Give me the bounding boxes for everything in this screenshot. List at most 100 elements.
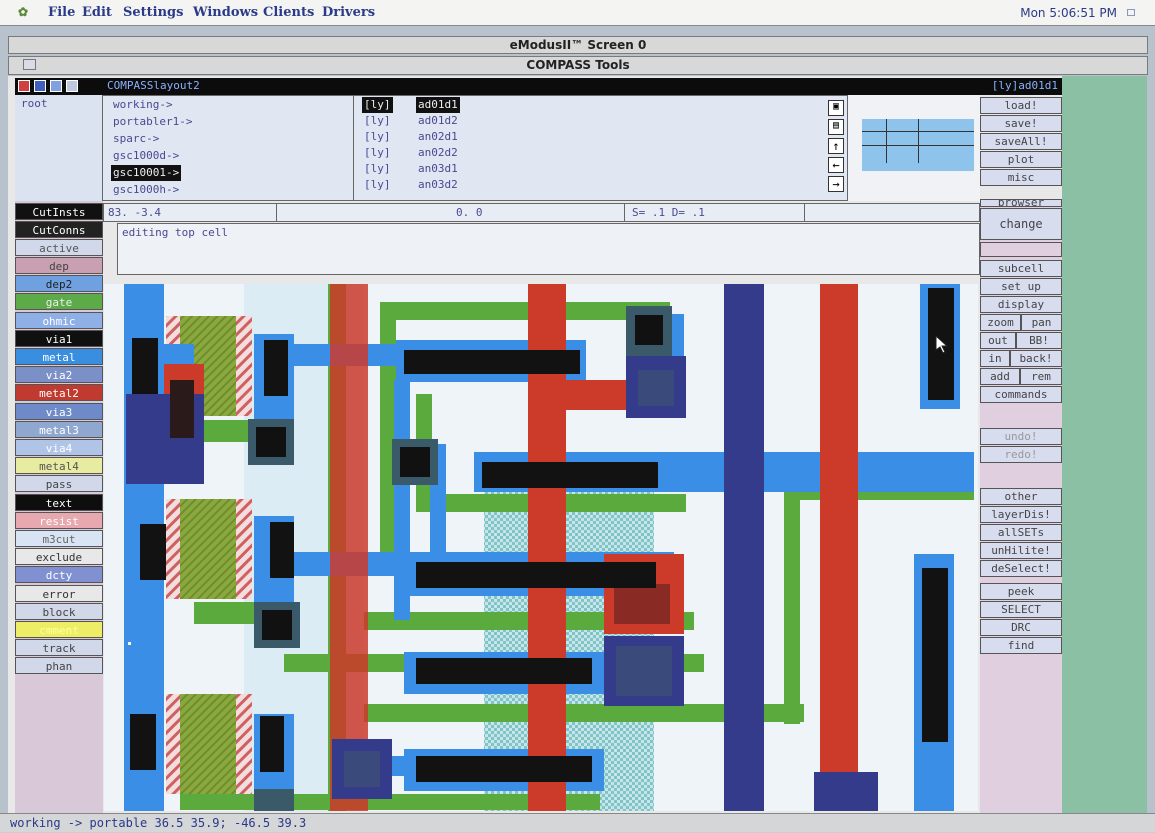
layer-metal2[interactable]: metal2 <box>15 384 103 402</box>
root-label[interactable]: root <box>21 97 48 110</box>
layer-phan[interactable]: phan <box>15 657 103 675</box>
layer-metal[interactable]: metal <box>15 348 103 365</box>
layer-via4[interactable]: via4 <box>15 439 103 456</box>
layer-dcty[interactable]: dcty <box>15 566 103 584</box>
window-title-bar[interactable]: eModusII™ Screen 0 <box>8 36 1148 54</box>
active-button[interactable]: active <box>15 239 103 256</box>
apple-menu-icon[interactable]: ✿ <box>18 5 28 19</box>
layer-track[interactable]: track <box>15 639 103 657</box>
display-button[interactable]: display <box>980 296 1062 313</box>
commands-button[interactable]: commands <box>980 386 1062 403</box>
left-arrow-icon[interactable]: ← <box>828 157 844 173</box>
unhilite-button[interactable]: unHilite! <box>980 542 1062 559</box>
library-item[interactable]: gsc1000d-> <box>111 148 181 164</box>
close-icon[interactable] <box>18 80 30 92</box>
library-item[interactable]: working-> <box>111 97 175 113</box>
cell-item-name[interactable]: ad01d1 <box>416 97 460 113</box>
zoom-button[interactable]: zoom <box>980 314 1021 331</box>
add-button[interactable]: add <box>980 368 1020 385</box>
cell-item-name[interactable]: an02d2 <box>416 145 460 161</box>
layer-gate[interactable]: gate <box>15 293 103 311</box>
close-box-icon[interactable] <box>23 59 36 70</box>
menu-edit[interactable]: Edit <box>82 5 112 20</box>
layer-via1[interactable]: via1 <box>15 329 103 347</box>
menu-drivers[interactable]: Drivers <box>322 5 375 20</box>
browser-button[interactable]: browser <box>980 199 1062 207</box>
right-arrow-icon[interactable]: → <box>828 176 844 192</box>
overview-map[interactable] <box>847 95 980 201</box>
menu-file[interactable]: File <box>48 5 75 20</box>
cell-item-tag[interactable]: [ly] <box>362 97 393 113</box>
pan-button[interactable]: pan <box>1021 314 1062 331</box>
contact <box>140 524 166 580</box>
overview-line <box>886 119 887 163</box>
cell-item-name[interactable]: ad01d2 <box>416 113 460 129</box>
zoom-in-button[interactable]: in <box>980 350 1010 367</box>
app-title-bar[interactable]: COMPASS Tools <box>8 56 1148 75</box>
library-item[interactable]: portabler1-> <box>111 114 194 130</box>
library-item[interactable]: sparc-> <box>111 131 161 147</box>
library-item[interactable]: gsc10001-> <box>111 165 182 181</box>
library-item[interactable]: gsc1000h-> <box>111 182 181 198</box>
layer-cmment[interactable]: cmment <box>15 621 103 638</box>
zoom-out-icon[interactable]: ▤ <box>828 119 844 135</box>
help-icon[interactable]: ☐ <box>1127 4 1135 20</box>
layer-dep2[interactable]: dep2 <box>15 275 103 293</box>
drc-button[interactable]: DRC <box>980 619 1062 636</box>
layer-ohmic[interactable]: ohmic <box>15 311 103 329</box>
bookmark-icon[interactable] <box>66 80 78 92</box>
up-arrow-icon[interactable]: ↑ <box>828 138 844 154</box>
bb-button[interactable]: BB! <box>1016 332 1062 349</box>
menu-clients[interactable]: Clients <box>263 5 314 20</box>
layer-metal3[interactable]: metal3 <box>15 420 103 438</box>
file-button[interactable]: saveAll! <box>980 133 1062 150</box>
layer-via2[interactable]: via2 <box>15 366 103 384</box>
layer-m3cut[interactable]: m3cut <box>15 530 103 547</box>
menu-windows[interactable]: Windows <box>193 5 258 20</box>
deselect-button[interactable]: deSelect! <box>980 560 1062 577</box>
setup-button[interactable]: set up <box>980 278 1062 295</box>
cutinsts-button[interactable]: CutInsts <box>15 203 103 220</box>
layer-exclude[interactable]: exclude <box>15 548 103 566</box>
back-button[interactable]: back! <box>1010 350 1062 367</box>
layer-resist[interactable]: resist <box>15 511 103 529</box>
layer-dep[interactable]: dep <box>15 257 103 274</box>
layer-text[interactable]: text <box>15 493 103 511</box>
blank-slot <box>980 242 1062 257</box>
cell-item-name[interactable]: an03d1 <box>416 161 460 177</box>
grid-icon[interactable] <box>34 80 46 92</box>
layer-via3[interactable]: via3 <box>15 402 103 420</box>
page-icon[interactable] <box>50 80 62 92</box>
file-button[interactable]: save! <box>980 115 1062 132</box>
zoom-in-icon[interactable]: ▣ <box>828 100 844 116</box>
peek-button[interactable]: peek <box>980 583 1062 600</box>
rem-button[interactable]: rem <box>1020 368 1062 385</box>
find-button[interactable]: find <box>980 637 1062 654</box>
cell-item-tag[interactable]: [ly] <box>362 145 393 161</box>
cell-item-name[interactable]: an03d2 <box>416 177 460 193</box>
layerdis-button[interactable]: layerDis! <box>980 506 1062 523</box>
select-button[interactable]: SELECT <box>980 601 1062 618</box>
allsets-button[interactable]: allSETs <box>980 524 1062 541</box>
layer-block[interactable]: block <box>15 602 103 620</box>
layer-metal4[interactable]: metal4 <box>15 457 103 475</box>
cell-item-tag[interactable]: [ly] <box>362 177 393 193</box>
cutconns-button[interactable]: CutConns <box>15 221 103 238</box>
file-button[interactable]: plot <box>980 151 1062 168</box>
file-button[interactable]: misc <box>980 169 1062 186</box>
redo-button[interactable]: redo! <box>980 446 1062 463</box>
layer-error[interactable]: error <box>15 584 103 602</box>
cell-item-name[interactable]: an02d1 <box>416 129 460 145</box>
layout-canvas[interactable] <box>104 284 978 811</box>
cell-item-tag[interactable]: [ly] <box>362 113 393 129</box>
file-button[interactable]: load! <box>980 97 1062 114</box>
undo-button[interactable]: undo! <box>980 428 1062 445</box>
other-button[interactable]: other <box>980 488 1062 505</box>
cell-item-tag[interactable]: [ly] <box>362 161 393 177</box>
subcell-button[interactable]: subcell <box>980 260 1062 277</box>
menu-settings[interactable]: Settings <box>123 5 183 20</box>
zoom-out-button[interactable]: out <box>980 332 1016 349</box>
change-button[interactable]: change <box>980 208 1062 240</box>
cell-item-tag[interactable]: [ly] <box>362 129 393 145</box>
layer-pass[interactable]: pass <box>15 475 103 493</box>
